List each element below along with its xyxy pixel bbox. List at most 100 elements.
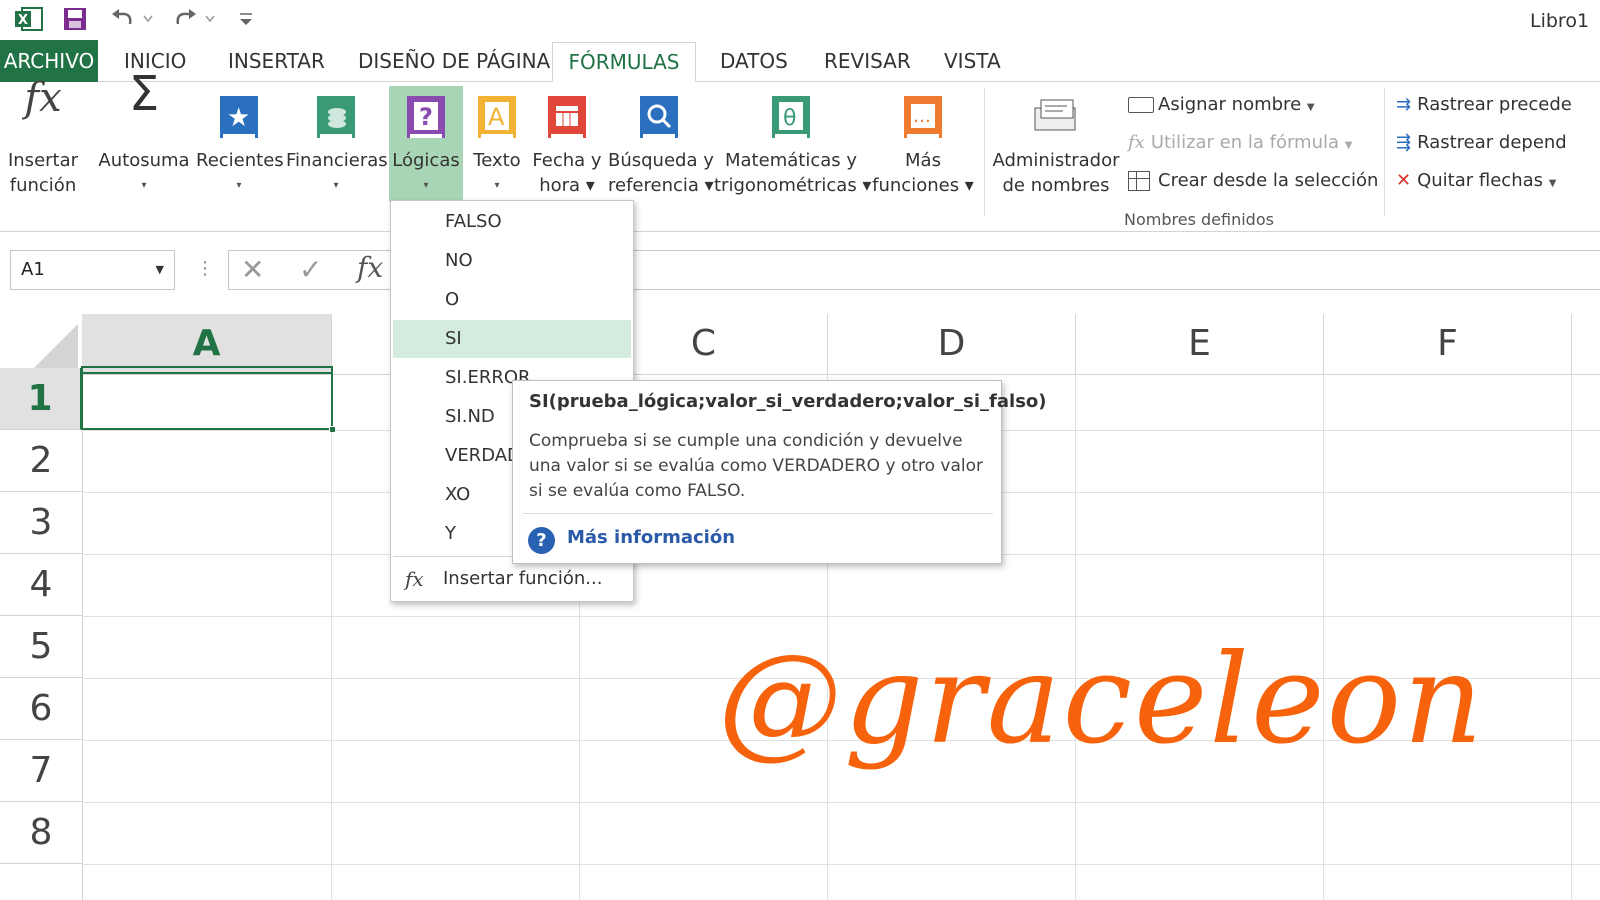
use-in-formula-icon: fx — [1128, 132, 1145, 153]
fx-icon: fx — [405, 567, 424, 591]
lookup-reference-button[interactable]: Búsqueda y referencia ▾ — [608, 86, 714, 204]
column-header-f[interactable]: F — [1324, 314, 1572, 374]
redo-icon[interactable] — [172, 6, 218, 36]
recent-button[interactable]: ★ Recientes ▾ — [196, 86, 284, 204]
save-icon[interactable] — [62, 6, 90, 36]
menu-item-no[interactable]: NO — [393, 242, 631, 280]
date-time-button[interactable]: Fecha y hora ▾ — [530, 86, 604, 204]
row-header-6[interactable]: 6 — [0, 678, 82, 740]
autosum-button[interactable]: Σ Autosuma ▾ — [98, 70, 190, 204]
row-header-divider — [82, 374, 83, 900]
row-header-1[interactable]: 1 — [0, 368, 82, 430]
tab-vista[interactable]: VISTA — [944, 40, 1001, 82]
more-functions-button[interactable]: … Más funciones ▾ — [872, 86, 974, 204]
group-label-defined-names: Nombres definidos — [1124, 210, 1274, 229]
tab-formulas[interactable]: FÓRMULAS — [552, 42, 696, 83]
menu-item-o[interactable]: O — [393, 281, 631, 319]
logical-button[interactable]: ? Lógicas ▾ — [389, 86, 463, 202]
row-header-7[interactable]: 7 — [0, 740, 82, 802]
row-header-2[interactable]: 2 — [0, 430, 82, 492]
active-cell-a1[interactable] — [81, 366, 336, 433]
coins-book-icon — [315, 94, 357, 147]
column-header-d[interactable]: D — [828, 314, 1076, 374]
define-name-caret: ▼ — [1306, 102, 1315, 113]
svg-text:★: ★ — [227, 103, 250, 133]
svg-text:…: … — [913, 106, 931, 127]
formula-bar: A1 ▼ ⋮ ✕ ✓ fx — [0, 232, 1600, 308]
tooltip-description: Comprueba si se cumple una condición y d… — [529, 431, 984, 501]
column-header-e[interactable]: E — [1076, 314, 1324, 374]
use-in-formula-label: Utilizar en la fórmula — [1150, 132, 1340, 153]
tab-datos[interactable]: DATOS — [720, 40, 788, 82]
text-button[interactable]: A Texto ▾ — [468, 86, 526, 204]
fx-icon: fx — [24, 75, 62, 121]
tab-diseno-de-pagina[interactable]: DISEÑO DE PÁGINA — [358, 40, 550, 82]
name-manager-button[interactable]: Administrador de nombres — [990, 86, 1122, 204]
row-header-3[interactable]: 3 — [0, 492, 82, 554]
cancel-icon[interactable]: ✕ — [241, 253, 264, 286]
window-title: Libro1 — [1530, 10, 1590, 32]
define-name-icon — [1128, 97, 1154, 113]
sigma-icon: Σ — [128, 66, 160, 122]
function-tooltip: SI(prueba_lógica;valor_si_verdadero;valo… — [512, 380, 1047, 564]
row-header-8[interactable]: 8 — [0, 802, 82, 864]
tooltip-title: SI(prueba_lógica;valor_si_verdadero;valo… — [529, 391, 1047, 412]
tab-revisar[interactable]: REVISAR — [824, 40, 911, 82]
remove-arrows-button[interactable]: ✕ Quitar flechas ▼ — [1396, 166, 1556, 196]
financial-button[interactable]: Financieras ▾ — [286, 86, 388, 204]
date-time-label-1: Fecha y — [532, 150, 602, 171]
ribbon: fx Insertar función Σ Autosuma ▾ ★ Recient… — [0, 70, 1600, 232]
help-icon[interactable]: ? — [528, 527, 555, 554]
remove-arrows-caret: ▼ — [1548, 178, 1557, 189]
more-label-1: Más — [905, 150, 941, 171]
watermark-text: @graceleon — [718, 628, 1485, 772]
undo-icon[interactable] — [110, 6, 156, 36]
ribbon-tabs: ARCHIVO INICIO INSERTAR DISEÑO DE PÁGINA… — [0, 40, 1600, 83]
insert-function-label-2: función — [9, 175, 77, 196]
excel-icon[interactable]: X — [14, 6, 44, 36]
text-caret: ▾ — [494, 180, 500, 191]
lookup-label-1: Búsqueda y — [608, 150, 714, 171]
tab-insertar[interactable]: INSERTAR — [228, 40, 325, 82]
create-from-selection-label: Crear desde la selección — [1158, 170, 1379, 191]
create-from-selection-button[interactable]: Crear desde la selección — [1128, 166, 1378, 196]
menu-item-insert-function[interactable]: fx Insertar función... — [393, 559, 631, 599]
trace-precedents-icon: ⇉ — [1396, 94, 1412, 115]
fill-handle[interactable] — [329, 426, 336, 433]
insert-function-button[interactable]: fx Insertar función — [4, 75, 82, 204]
name-box-value: A1 — [21, 259, 45, 280]
use-in-formula-button[interactable]: fx Utilizar en la fórmula ▼ — [1128, 128, 1352, 158]
name-manager-label-2: de nombres — [1002, 175, 1110, 196]
trace-dependents-label: Rastrear depend — [1417, 132, 1567, 153]
row-header-4[interactable]: 4 — [0, 554, 82, 616]
insert-function-icon[interactable]: fx — [357, 251, 383, 284]
menu-item-si[interactable]: SI — [393, 320, 631, 358]
magnifier-book-icon — [638, 94, 680, 147]
svg-text:A: A — [488, 103, 505, 131]
trace-dependents-button[interactable]: ⇶ Rastrear depend — [1396, 128, 1567, 158]
name-box-dropdown-icon[interactable]: ▼ — [156, 251, 164, 289]
recent-label: Recientes — [196, 150, 284, 171]
autosum-caret: ▾ — [141, 180, 147, 191]
column-header-a[interactable]: A — [82, 314, 332, 374]
tooltip-separator — [523, 513, 993, 514]
recent-caret: ▾ — [236, 180, 242, 191]
trace-precedents-label: Rastrear precede — [1417, 94, 1572, 115]
define-name-button[interactable]: Asignar nombre ▼ — [1128, 90, 1315, 120]
math-trig-button[interactable]: θ Matemáticas y trigonométricas ▾ — [714, 86, 872, 204]
select-all-corner[interactable] — [0, 314, 82, 374]
math-label-2: trigonométricas ▾ — [714, 175, 872, 196]
math-label-1: Matemáticas y — [725, 150, 857, 171]
trace-precedents-button[interactable]: ⇉ Rastrear precede — [1396, 90, 1572, 120]
more-info-link[interactable]: Más información — [567, 527, 735, 548]
name-box[interactable]: A1 ▼ — [10, 250, 175, 290]
insert-function-text: Insertar función... — [443, 568, 603, 589]
row-header-5[interactable]: 5 — [0, 616, 82, 678]
enter-icon[interactable]: ✓ — [299, 253, 322, 286]
menu-item-falso[interactable]: FALSO — [393, 203, 631, 241]
name-manager-icon — [1031, 94, 1081, 143]
svg-text:θ: θ — [783, 106, 796, 131]
svg-text:X: X — [18, 13, 28, 28]
define-name-label: Asignar nombre — [1158, 94, 1302, 115]
customize-qat-icon[interactable] — [238, 10, 254, 32]
